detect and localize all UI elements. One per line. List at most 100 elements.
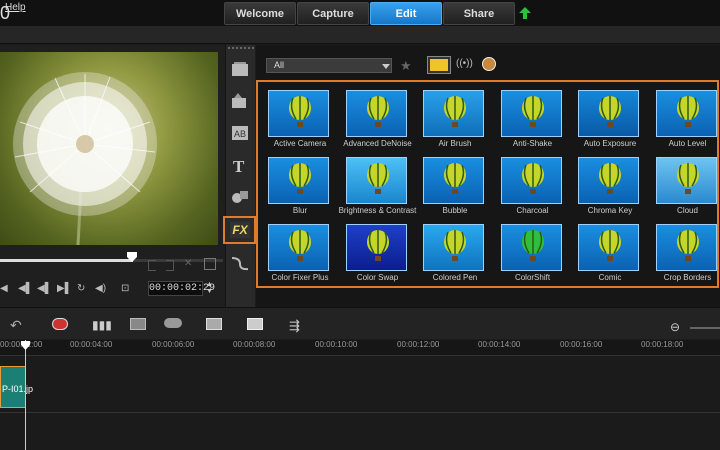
filter-item[interactable]: Active Camera xyxy=(262,84,336,148)
instant-project-icon[interactable] xyxy=(230,92,250,110)
balloon-thumbnail-image xyxy=(289,96,311,127)
filter-thumbnail xyxy=(500,90,562,137)
transition-icon[interactable]: AB xyxy=(230,124,250,142)
next-frame-icon[interactable]: ▶▌ xyxy=(57,283,72,295)
playhead-handle[interactable] xyxy=(21,341,30,350)
filter-label: ColorShift xyxy=(514,273,551,282)
filter-item[interactable]: Air Brush xyxy=(417,84,491,148)
overlay-track[interactable] xyxy=(0,413,720,450)
zoom-slider[interactable] xyxy=(690,327,720,329)
scrub-handle[interactable] xyxy=(127,252,137,262)
filter-label: Chroma Key xyxy=(587,206,633,215)
split-clip-icon[interactable]: ✕ xyxy=(184,258,192,270)
audio-icon[interactable]: ((•)) xyxy=(456,58,473,69)
tab-share[interactable]: Share xyxy=(443,2,515,25)
tab-edit[interactable]: Edit xyxy=(370,2,442,25)
filter-item[interactable]: Cloud xyxy=(650,151,720,215)
filter-label: Auto Level xyxy=(668,139,707,148)
clock-icon[interactable] xyxy=(482,57,496,71)
balloon-thumbnail-image xyxy=(366,163,389,194)
filter-item[interactable]: Auto Level xyxy=(650,84,720,148)
playhead[interactable] xyxy=(25,340,26,450)
filter-thumbnail xyxy=(500,157,562,204)
zoom-out-icon[interactable]: ⊖ xyxy=(670,320,680,334)
media-icon[interactable] xyxy=(230,60,250,78)
filter-label: Blur xyxy=(292,206,308,215)
balloon-thumbnail-image xyxy=(599,96,621,127)
tab-welcome[interactable]: Welcome xyxy=(224,2,296,25)
balloon-thumbnail-image xyxy=(366,96,389,127)
filter-item[interactable]: Color Fixer Plus xyxy=(262,218,336,282)
graphic-icon[interactable] xyxy=(230,188,250,206)
filter-item[interactable]: Brightness & Contrast xyxy=(339,151,416,215)
motion-tracking-icon[interactable] xyxy=(164,318,184,332)
filter-thumbnail xyxy=(655,90,717,137)
sound-mixer-icon[interactable]: ▮▮▮ xyxy=(92,318,112,332)
filter-item[interactable]: Chroma Key xyxy=(572,151,646,215)
filter-label: Crop Borders xyxy=(663,273,712,282)
filter-thumbnail xyxy=(423,90,484,137)
star-icon[interactable]: ★ xyxy=(400,58,412,74)
enlarge-icon[interactable]: ⊡ xyxy=(121,283,129,295)
chevron-down-icon[interactable] xyxy=(382,64,390,69)
multi-camera-icon[interactable] xyxy=(247,318,267,332)
library-filter-select[interactable]: All xyxy=(266,58,392,73)
filter-item[interactable]: Auto Exposure xyxy=(572,84,646,148)
filter-thumbnail xyxy=(578,90,639,137)
balloon-thumbnail-image xyxy=(444,96,466,127)
filter-thumbnail xyxy=(345,90,407,137)
balloon-thumbnail-image xyxy=(444,163,466,194)
filter-thumbnail xyxy=(423,157,484,204)
filter-label: Auto Exposure xyxy=(583,139,637,148)
previous-frame-icon[interactable]: ◀▌ xyxy=(37,283,52,295)
preview-window[interactable] xyxy=(0,52,218,245)
filter-thumbnail xyxy=(500,224,562,271)
balloon-thumbnail-image xyxy=(676,163,699,194)
time-remapping-icon[interactable]: ⇶ xyxy=(289,318,309,333)
enlarge-preview-icon[interactable] xyxy=(204,258,216,270)
record-capture-icon[interactable] xyxy=(52,318,72,332)
filter-label: Anti-Shake xyxy=(512,139,553,148)
fx-icon[interactable]: FX xyxy=(230,222,250,238)
path-icon[interactable] xyxy=(230,254,250,272)
panel-grip[interactable] xyxy=(228,47,258,49)
filter-item[interactable]: Crop Borders xyxy=(650,218,720,282)
repeat-icon[interactable]: ↻ xyxy=(77,283,85,295)
balloon-thumbnail-image xyxy=(676,230,699,261)
home-icon[interactable]: ◀▌ xyxy=(18,283,33,295)
balloon-thumbnail-image xyxy=(366,230,389,261)
filter-label: Brightness & Contrast xyxy=(338,206,417,215)
menu-help[interactable]: Help xyxy=(5,2,26,13)
trim-out-marker[interactable] xyxy=(166,260,174,271)
timecode-stepper-icon[interactable]: ▲ ▼ xyxy=(206,281,215,296)
ruler-tick-label: 00:00:16:00 xyxy=(560,340,603,349)
filter-item[interactable]: Advanced DeNoise xyxy=(340,84,414,148)
auto-music-icon[interactable] xyxy=(130,318,150,332)
filter-label: Comic xyxy=(598,273,622,282)
video-track[interactable] xyxy=(0,356,720,413)
subtitle-editor-icon[interactable] xyxy=(206,318,226,332)
title-icon[interactable]: T xyxy=(230,156,250,174)
filter-item[interactable]: Bubble xyxy=(417,151,491,215)
filter-label: Cloud xyxy=(677,206,698,215)
tab-capture[interactable]: Capture xyxy=(297,2,369,25)
undo-icon[interactable]: ↶ xyxy=(10,318,30,332)
play-icon[interactable]: ◀ xyxy=(0,283,8,295)
filter-item[interactable]: Charcoal xyxy=(495,151,569,215)
upload-arrow-icon[interactable] xyxy=(518,6,532,20)
timecode-display[interactable]: 00:00:02:29 xyxy=(148,281,215,296)
volume-icon[interactable]: ◀) xyxy=(95,283,106,295)
ruler-tick-label: 00:00:08:00 xyxy=(233,340,276,349)
filter-item[interactable]: Comic xyxy=(572,218,646,282)
filter-item[interactable]: ColorShift xyxy=(495,218,569,282)
filter-item[interactable]: Color Swap xyxy=(340,218,414,282)
filter-item[interactable]: Colored Pen xyxy=(417,218,491,282)
filter-item[interactable]: Anti-Shake xyxy=(495,84,569,148)
video-filter-icon[interactable] xyxy=(427,56,451,74)
trim-in-marker[interactable] xyxy=(148,260,156,271)
svg-text:T: T xyxy=(233,157,245,174)
filter-thumbnail xyxy=(268,157,329,204)
filter-item[interactable]: Blur xyxy=(262,151,336,215)
scrub-bar-played[interactable] xyxy=(0,259,133,262)
dandelion-preview-image xyxy=(13,72,157,245)
